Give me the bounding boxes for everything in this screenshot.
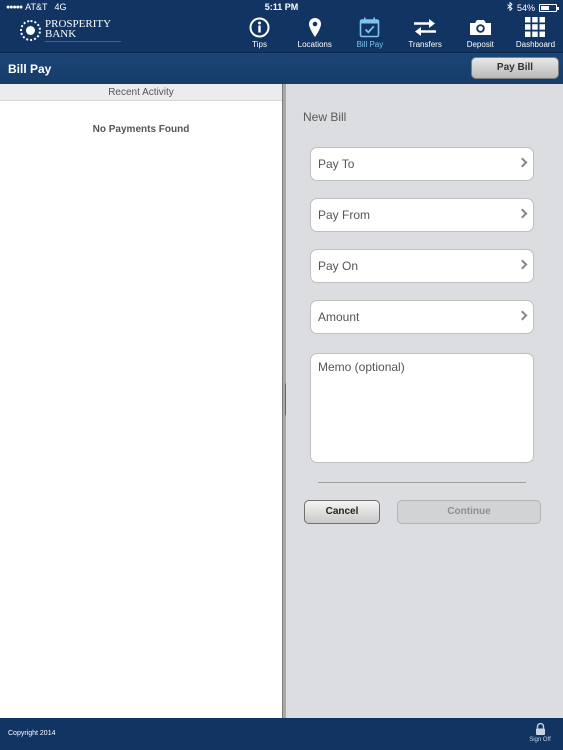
app-header: ●●●●● AT&T 4G 5:11 PM 54% PROSPERITY BAN… — [0, 0, 563, 52]
nav-deposit[interactable]: Deposit — [453, 16, 508, 50]
lock-icon — [535, 722, 545, 735]
brand-line-2: BANK — [45, 28, 77, 40]
brand-underline — [45, 41, 121, 42]
chevron-right-icon — [517, 208, 528, 219]
bank-logo: PROSPERITY BANK — [20, 19, 121, 42]
amount-field[interactable]: Amount — [310, 300, 534, 334]
transfer-arrows-icon — [413, 16, 437, 38]
new-bill-panel: New Bill Pay To Pay From Pay On Amount C… — [286, 84, 563, 718]
status-bar: ●●●●● AT&T 4G 5:11 PM 54% — [0, 0, 563, 14]
chevron-right-icon — [517, 157, 528, 168]
new-bill-title: New Bill — [303, 110, 347, 124]
sign-off-button[interactable]: Sign Off — [527, 722, 553, 743]
amount-label: Amount — [318, 310, 360, 324]
nav-dashboard[interactable]: Dashboard — [508, 16, 563, 50]
memo-field[interactable] — [310, 353, 534, 463]
camera-icon — [469, 16, 492, 38]
sign-off-label: Sign Off — [529, 737, 551, 743]
cancel-button[interactable]: Cancel — [304, 500, 380, 524]
nav-locations[interactable]: Locations — [287, 16, 342, 50]
battery-icon — [539, 3, 559, 12]
info-icon — [249, 16, 270, 38]
pay-from-field[interactable]: Pay From — [310, 198, 534, 232]
pay-to-label: Pay To — [318, 157, 355, 171]
pay-on-field[interactable]: Pay On — [310, 249, 534, 283]
main-nav: Tips Locations Bill Pay Transfers Deposi… — [232, 16, 563, 50]
calendar-check-icon — [359, 16, 380, 38]
chevron-right-icon — [517, 259, 528, 270]
copyright-text: Copyright 2014 — [8, 730, 56, 737]
recent-activity-header: Recent Activity — [0, 84, 282, 101]
chevron-right-icon — [517, 310, 528, 321]
location-pin-icon — [308, 16, 322, 38]
pay-to-field[interactable]: Pay To — [310, 147, 534, 181]
prosperity-bank-logo-icon — [20, 20, 41, 41]
nav-dashboard-label: Dashboard — [515, 40, 556, 49]
nav-deposit-label: Deposit — [466, 40, 494, 49]
form-divider — [318, 482, 526, 483]
continue-button[interactable]: Continue — [397, 500, 541, 524]
nav-bill-pay-label: Bill Pay — [356, 40, 384, 49]
nav-tips[interactable]: Tips — [232, 16, 287, 50]
pay-from-label: Pay From — [318, 208, 371, 222]
pay-bill-button[interactable]: Pay Bill — [471, 57, 559, 79]
brand-name: PROSPERITY BANK — [45, 19, 121, 42]
battery-percent: 54% — [516, 2, 535, 13]
grid-icon — [525, 16, 546, 38]
empty-state-message: No Payments Found — [92, 124, 190, 135]
recent-activity-panel: Recent Activity No Payments Found — [0, 84, 282, 718]
battery-fill — [541, 5, 549, 10]
status-right: 54% — [507, 1, 559, 13]
nav-transfers-label: Transfers — [408, 40, 442, 49]
title-bar: Bill Pay Pay Bill — [0, 52, 563, 84]
pay-on-label: Pay On — [318, 259, 359, 273]
nav-bill-pay[interactable]: Bill Pay — [342, 16, 397, 50]
nav-transfers[interactable]: Transfers — [398, 16, 453, 50]
nav-tips-label: Tips — [252, 40, 267, 49]
page-title: Bill Pay — [8, 62, 52, 76]
nav-locations-label: Locations — [297, 40, 332, 49]
status-time: 5:11 PM — [264, 2, 299, 12]
bluetooth-icon — [507, 1, 513, 13]
app-footer: Copyright 2014 Sign Off — [0, 718, 563, 750]
